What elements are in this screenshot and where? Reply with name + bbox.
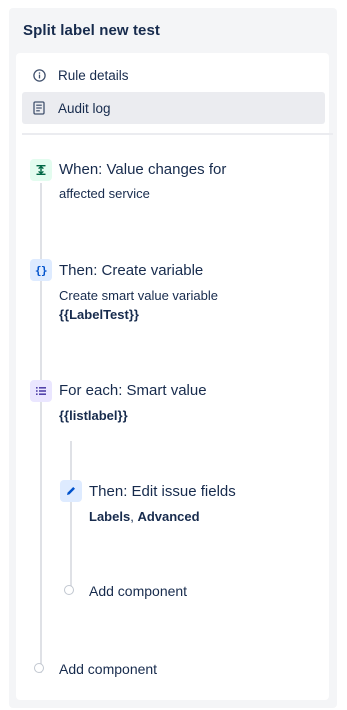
nested-timeline-line [70,441,72,591]
edit-fields-list: Labels, Advanced [89,509,200,524]
for-each-value: {{listlabel}} [59,408,128,423]
info-icon [32,68,46,82]
timeline-line [40,183,42,673]
menu-item-audit-log[interactable]: Audit log [22,92,325,124]
create-variable-value: {{LabelTest}} [59,307,139,322]
edit-fields-title: Then: Edit issue fields [89,483,236,500]
rule-card: Rule details Audit log When: Value chang… [16,53,333,700]
rule-title: Split label new test [23,22,161,39]
menu-item-label: Rule details [58,67,129,83]
trigger-subtitle: affected service [59,186,150,201]
menu-item-label: Audit log [58,100,111,116]
list-icon [30,380,52,402]
add-dot-icon [34,663,44,673]
field-separator: , [130,509,134,524]
trigger-icon [30,159,52,181]
pencil-icon [60,480,82,502]
create-variable-subtitle: Create smart value variable [59,288,218,303]
add-component-nested-label[interactable]: Add component [89,583,187,599]
rule-panel: Split label new test Rule details Audit … [9,8,337,708]
add-component-root-label[interactable]: Add component [59,661,157,677]
add-dot-icon [64,585,74,595]
create-variable-title: Then: Create variable [59,262,204,279]
menu-item-rule-details[interactable]: Rule details [22,59,325,91]
field-labels: Labels [89,509,131,524]
menu-divider [22,133,333,135]
trigger-title: When: Value changes for [59,161,227,178]
for-each-title: For each: Smart value [59,382,207,399]
curly-braces-icon: {} [30,259,52,281]
field-advanced: Advanced [137,509,200,524]
document-icon [32,101,46,115]
